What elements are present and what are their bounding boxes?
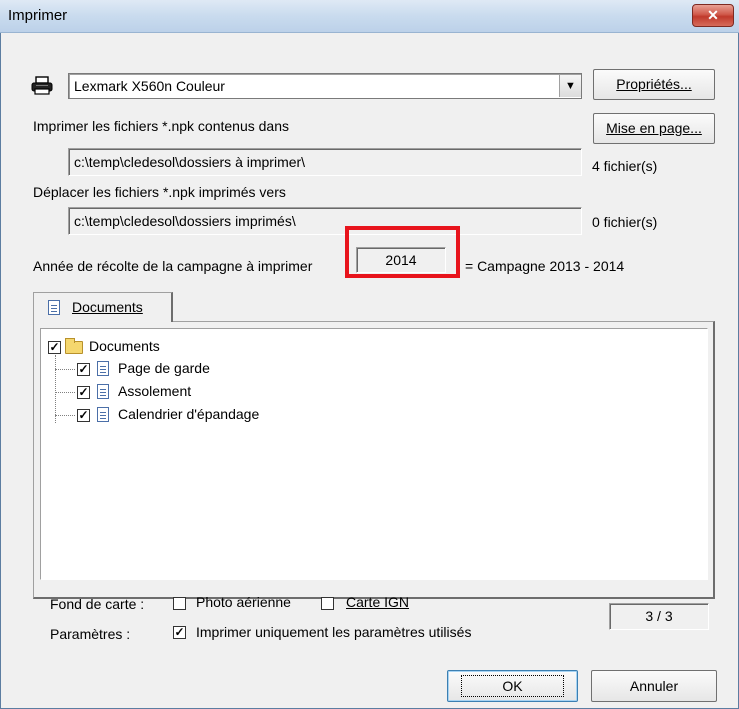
document-icon bbox=[97, 361, 109, 376]
photo-aerienne-checkbox[interactable] bbox=[173, 597, 186, 610]
year-label: Année de récolte de la campagne à imprim… bbox=[33, 258, 313, 274]
document-icon bbox=[48, 300, 60, 315]
close-button[interactable]: ✕ bbox=[692, 4, 734, 27]
ok-button[interactable]: OK bbox=[447, 670, 578, 702]
page-counter: 3 / 3 bbox=[609, 603, 709, 630]
window-title: Imprimer bbox=[8, 7, 68, 24]
printer-select-value: Lexmark X560n Couleur bbox=[74, 78, 225, 94]
map-background-label: Fond de carte : bbox=[50, 596, 145, 612]
document-icon bbox=[97, 384, 109, 399]
tree-connector bbox=[55, 369, 75, 370]
tree-connector bbox=[55, 355, 56, 423]
document-icon bbox=[97, 407, 109, 422]
tab-documents[interactable]: Documents bbox=[33, 292, 173, 322]
properties-button[interactable]: Propriétés... bbox=[593, 69, 715, 100]
tree-item-checkbox[interactable]: ✓ bbox=[77, 363, 90, 376]
tree-root-checkbox[interactable]: ✓ bbox=[48, 341, 61, 354]
cancel-button[interactable]: Annuler bbox=[591, 670, 717, 702]
source-path-field[interactable]: c:\temp\cledesol\dossiers à imprimer\ bbox=[68, 148, 582, 176]
destination-label: Déplacer les fichiers *.npk imprimés ver… bbox=[33, 184, 286, 200]
photo-aerienne-label: Photo aérienne bbox=[196, 594, 291, 610]
tree-root-label: Documents bbox=[89, 338, 160, 354]
page-setup-button[interactable]: Mise en page... bbox=[593, 113, 715, 144]
tree-connector bbox=[55, 415, 75, 416]
tab-documents-label: Documents bbox=[72, 299, 143, 315]
tree-item-assolement[interactable]: Assolement bbox=[118, 383, 191, 399]
ok-button-label: OK bbox=[461, 675, 564, 697]
source-label: Imprimer les fichiers *.npk contenus dan… bbox=[33, 118, 289, 134]
source-file-count: 4 fichier(s) bbox=[592, 158, 658, 174]
page-setup-button-label: Mise en page... bbox=[606, 120, 702, 136]
tree-item-calendrier[interactable]: Calendrier d'épandage bbox=[118, 406, 259, 422]
tree-connector bbox=[55, 392, 75, 393]
carte-ign-checkbox[interactable] bbox=[321, 597, 334, 610]
printer-icon bbox=[31, 76, 55, 96]
campaign-label: = Campagne 2013 - 2014 bbox=[465, 258, 625, 274]
destination-file-count: 0 fichier(s) bbox=[592, 214, 658, 230]
parameters-checkbox[interactable]: ✓ bbox=[173, 626, 186, 639]
highlight-box bbox=[345, 226, 460, 278]
tree-item-checkbox[interactable]: ✓ bbox=[77, 386, 90, 399]
printer-select[interactable]: Lexmark X560n Couleur ▼ bbox=[68, 73, 582, 99]
parameters-option-label: Imprimer uniquement les paramètres utili… bbox=[196, 624, 472, 640]
destination-path-field[interactable]: c:\temp\cledesol\dossiers imprimés\ bbox=[68, 207, 582, 235]
documents-tree[interactable]: ✓ Documents ✓ Page de garde ✓ Assolement… bbox=[40, 328, 708, 580]
properties-button-label: Propriétés... bbox=[616, 76, 692, 92]
chevron-down-icon[interactable]: ▼ bbox=[559, 75, 581, 97]
tree-item-checkbox[interactable]: ✓ bbox=[77, 409, 90, 422]
parameters-label: Paramètres : bbox=[50, 626, 131, 642]
title-bar: Imprimer ✕ bbox=[0, 0, 739, 33]
folder-icon bbox=[65, 338, 83, 354]
tree-item-page-de-garde[interactable]: Page de garde bbox=[118, 360, 210, 376]
carte-ign-label: Carte IGN bbox=[346, 594, 410, 610]
